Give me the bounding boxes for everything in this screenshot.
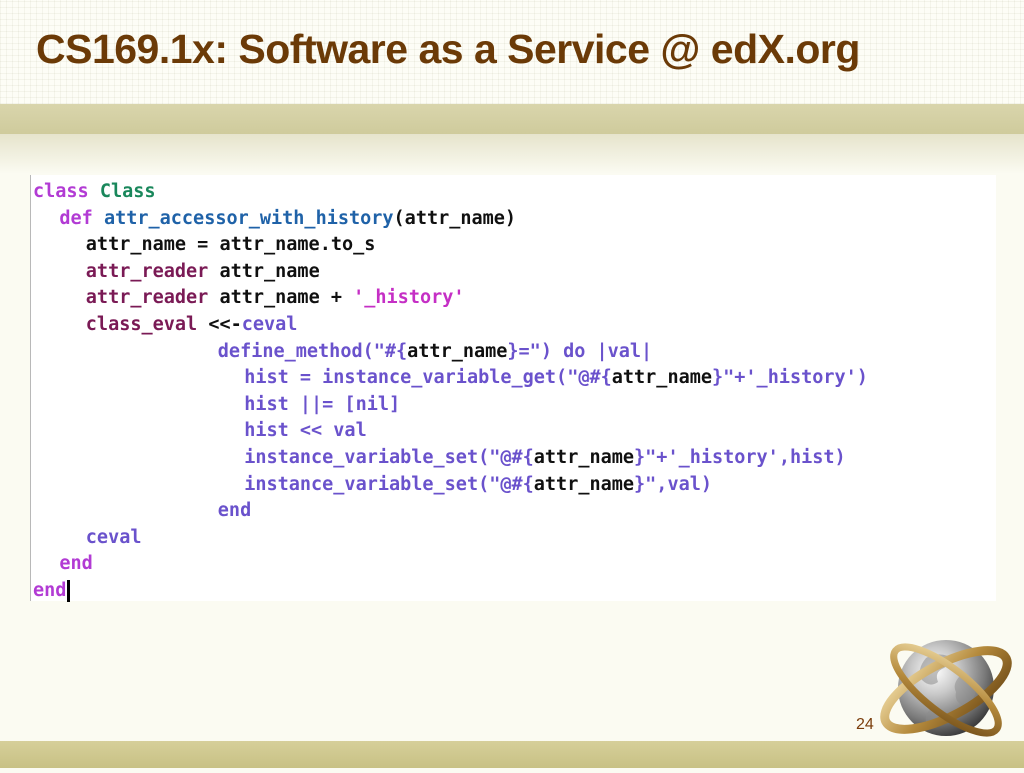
code-token: '_history' (353, 287, 465, 309)
code-token: attr_name (611, 367, 712, 389)
code-editor-panel[interactable]: class Class def attr_accessor_with_histor… (30, 175, 996, 604)
code-token: attr_name (533, 473, 635, 495)
code-token: Class (99, 181, 156, 202)
code-line: class Class (33, 179, 156, 205)
code-token: attr_name (208, 260, 320, 282)
header-band-shadow (0, 134, 1024, 174)
code-token: hist = instance_variable_get("@#{ (244, 367, 612, 389)
code-line: end (59, 551, 92, 577)
text-cursor (67, 580, 71, 602)
slide-title: CS169.1x: Software as a Service @ edX.or… (36, 26, 860, 72)
code-line: instance_variable_set("@#{attr_name}"+'_… (244, 445, 845, 471)
code-line: instance_variable_set("@#{attr_name}",va… (244, 472, 712, 498)
code-token: attr_name = attr_name.to_s (85, 234, 376, 256)
code-token: (attr_name) (393, 207, 517, 229)
code-line: define_method("#{attr_name}=") do |val| (218, 339, 652, 365)
code-token: instance_variable_set("@#{ (244, 473, 534, 495)
code-token: }"+'_history',hist) (634, 447, 846, 468)
code-line: def attr_accessor_with_history(attr_name… (59, 206, 516, 232)
header-band (0, 104, 1024, 134)
code-token: instance_variable_set("@#{ (244, 447, 534, 468)
code-line: class_eval <<-ceval (86, 312, 298, 338)
code-token: hist << val (244, 420, 367, 442)
code-line: attr_reader attr_name + '_history' (86, 285, 465, 311)
code-token: attr_name (407, 340, 508, 362)
code-token: class (33, 181, 89, 202)
code-token: }=") do |val| (507, 340, 653, 362)
code-token: def (59, 207, 93, 229)
code-line: end (218, 498, 251, 524)
code-token: class_eval (85, 314, 198, 335)
code-line: attr_name = attr_name.to_s (86, 232, 376, 258)
code-line: hist ||= [nil] (244, 392, 400, 418)
code-token: end (217, 500, 252, 522)
code-line: attr_reader attr_name (86, 259, 320, 285)
code-token: }"+'_history') (712, 367, 868, 389)
code-token: attr_name + (208, 287, 354, 309)
code-token: define_method("#{ (217, 340, 408, 362)
code-token: end (33, 580, 67, 601)
code-line: hist << val (244, 418, 367, 444)
slide-header: CS169.1x: Software as a Service @ edX.or… (0, 0, 1024, 104)
code-line: hist = instance_variable_get("@#{attr_na… (244, 365, 868, 391)
code-token: ceval (241, 314, 298, 335)
code-token: end (59, 553, 93, 575)
code-token: ceval (85, 526, 142, 548)
code-token: <<- (197, 314, 242, 335)
code-token: attr_name (533, 447, 635, 468)
code-token: }",val) (634, 473, 712, 495)
code-token: hist ||= [nil] (244, 393, 401, 415)
code-token: attr_accessor_with_history (103, 207, 394, 229)
code-token: attr_reader (85, 287, 209, 309)
code-line: end (33, 578, 71, 604)
code-line: ceval (86, 525, 142, 551)
code-token: attr_reader (85, 260, 209, 282)
editor-left-border (30, 175, 31, 601)
globe-icon (868, 618, 1018, 768)
